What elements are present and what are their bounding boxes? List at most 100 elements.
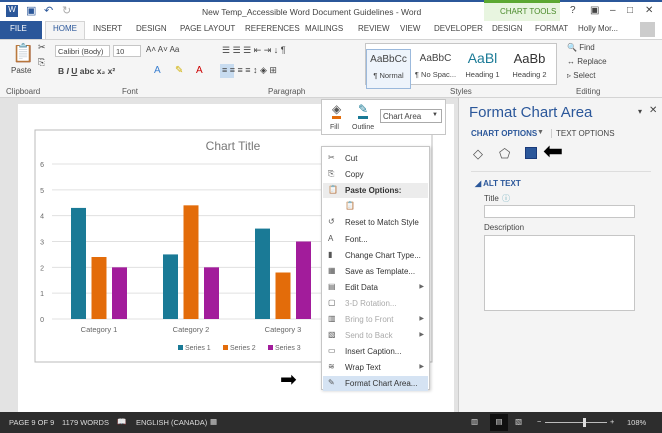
outline-button[interactable]: Outline xyxy=(352,124,374,131)
legend-swatch xyxy=(223,345,228,350)
menu-icon: 📋 xyxy=(328,185,338,195)
menu-item-label: Font... xyxy=(345,234,368,244)
zoom-level[interactable]: 108% xyxy=(627,418,646,427)
fill-icon[interactable]: ◈ xyxy=(332,102,342,119)
description-label: Description xyxy=(484,223,525,232)
menu-icon: A xyxy=(328,233,334,243)
y-tick-label: 3 xyxy=(40,240,44,247)
menu-item-bring-to-front[interactable]: ▥ Bring to Front ▶ xyxy=(323,312,428,327)
pane-close-icon[interactable]: ✕ xyxy=(649,105,657,116)
pane-options-icon[interactable]: ▾ xyxy=(638,107,642,116)
menu-item-reset-to-match-style[interactable]: ↺ Reset to Match Style xyxy=(323,215,428,230)
style-heading-2[interactable]: AaBb Heading 2 xyxy=(507,49,552,89)
menu-icon: ▦ xyxy=(328,265,336,275)
web-layout-icon[interactable]: ▧ xyxy=(515,417,522,426)
tab-chart-format[interactable]: FORMAT xyxy=(535,24,568,33)
bar-1-3[interactable] xyxy=(255,228,270,319)
menu-item-save-as-template[interactable]: ▦ Save as Template... xyxy=(323,264,428,279)
chart-options-dropdown-icon[interactable]: ▼ xyxy=(537,129,544,136)
page-count[interactable]: PAGE 9 OF 9 xyxy=(9,418,54,427)
bar-1-1[interactable] xyxy=(71,207,86,319)
user-name[interactable]: Holly Mor... xyxy=(578,24,618,33)
menu-item-font[interactable]: A Font... xyxy=(323,232,428,247)
print-layout-icon[interactable]: ▤ xyxy=(490,414,508,431)
macro-icon[interactable]: ▦ xyxy=(210,417,217,426)
zoom-out-button[interactable]: − xyxy=(537,417,541,426)
bar-2-1[interactable] xyxy=(91,257,107,319)
legend-swatch xyxy=(268,345,273,350)
x-tick-label: Category 3 xyxy=(265,325,302,334)
menu-item-label: Wrap Text xyxy=(345,363,381,373)
alt-text-section[interactable]: ◢ ALT TEXT xyxy=(475,179,521,188)
bar-3-2[interactable] xyxy=(204,267,219,319)
zoom-slider-thumb[interactable] xyxy=(582,418,586,427)
find-button[interactable]: 🔍 Find xyxy=(567,43,595,52)
avatar[interactable] xyxy=(640,22,655,37)
select-button[interactable]: ▹ Select xyxy=(567,71,595,80)
menu-item-paste-keep-formatting[interactable]: 📋 xyxy=(323,199,428,214)
fill-line-icon[interactable]: ◇ xyxy=(473,146,483,162)
menu-item-format-chart-area[interactable]: ✎ Format Chart Area... xyxy=(323,376,428,392)
effects-icon[interactable]: ⬠ xyxy=(499,146,510,162)
menu-item-send-to-back[interactable]: ▧ Send to Back ▶ xyxy=(323,328,428,343)
chart-title[interactable]: Chart Title xyxy=(206,139,261,153)
menu-icon: ⎘ xyxy=(328,169,335,179)
fill-button[interactable]: Fill xyxy=(330,124,339,131)
menu-item-edit-data[interactable]: ▤ Edit Data ▶ xyxy=(323,280,428,295)
menu-item-wrap-text[interactable]: ≋ Wrap Text ▶ xyxy=(323,360,428,375)
close-icon[interactable]: ✕ xyxy=(645,5,653,16)
outline-icon[interactable]: ✎ xyxy=(358,102,369,119)
tab-text-options[interactable]: TEXT OPTIONS xyxy=(551,129,615,138)
arrow-pointer-icon: ➡ xyxy=(280,369,297,391)
bar-3-3[interactable] xyxy=(296,241,311,320)
menu-icon: ▥ xyxy=(328,314,336,323)
bar-2-2[interactable] xyxy=(183,205,199,319)
chart-tools-label: CHART TOOLS xyxy=(500,7,557,16)
legend-label: Series 1 xyxy=(185,345,211,352)
alt-title-input[interactable] xyxy=(484,205,635,218)
legend-label: Series 2 xyxy=(230,345,256,352)
menu-icon: ✂ xyxy=(328,153,335,162)
zoom-in-button[interactable]: + xyxy=(610,417,614,426)
chart-element-select[interactable]: Chart Area ▼ xyxy=(380,109,442,123)
help-icon[interactable]: ? xyxy=(570,5,576,16)
alt-description-input[interactable] xyxy=(484,235,635,311)
menu-icon: ↺ xyxy=(328,217,335,227)
style-heading-1[interactable]: AaBl Heading 1 xyxy=(460,49,505,89)
minimize-icon[interactable]: – xyxy=(610,5,616,16)
menu-item-label: Send to Back xyxy=(345,331,393,341)
read-mode-icon[interactable]: ▥ xyxy=(471,417,478,426)
menu-item-change-chart-type[interactable]: ▮ Change Chart Type... xyxy=(323,248,428,263)
replace-button[interactable]: ↔ Replace xyxy=(567,57,607,66)
size-properties-icon[interactable] xyxy=(525,147,537,159)
menu-item-3-d-rotation[interactable]: ▢ 3-D Rotation... xyxy=(323,296,428,311)
bar-1-2[interactable] xyxy=(163,254,178,319)
tab-chart-options[interactable]: CHART OPTIONS xyxy=(471,129,537,138)
menu-icon: ▧ xyxy=(328,330,336,340)
status-bar: PAGE 9 OF 9 1179 WORDS 📖 ENGLISH (CANADA… xyxy=(0,412,662,433)
group-editing: Editing xyxy=(576,87,601,96)
ribbon-display-icon[interactable]: ▣ xyxy=(590,5,599,16)
x-tick-label: Category 2 xyxy=(173,325,210,334)
menu-icon: ▤ xyxy=(328,281,336,291)
menu-item-label: Save as Template... xyxy=(345,266,416,276)
menu-item-cut[interactable]: ✂ Cut xyxy=(323,151,428,166)
word-count[interactable]: 1179 WORDS xyxy=(62,418,109,427)
bar-3-1[interactable] xyxy=(112,267,127,319)
language[interactable]: ENGLISH (CANADA) xyxy=(136,418,207,427)
legend-swatch xyxy=(178,345,183,350)
proofing-icon[interactable]: 📖 xyxy=(117,417,126,426)
menu-item-label: Paste Options: xyxy=(345,186,402,196)
title-label: Title xyxy=(484,194,499,203)
tab-chart-design[interactable]: DESIGN xyxy=(492,24,523,33)
submenu-arrow-icon: ▶ xyxy=(419,332,424,339)
menu-item-label: Change Chart Type... xyxy=(345,250,421,260)
menu-item-label: Cut xyxy=(345,154,358,163)
bar-2-3[interactable] xyxy=(275,272,291,320)
menu-icon: ▭ xyxy=(328,346,336,356)
zoom-slider[interactable] xyxy=(545,422,607,423)
format-chart-area-pane: Format Chart Area ▾ ✕ CHART OPTIONS ▼ TE… xyxy=(458,98,662,412)
maximize-icon[interactable]: □ xyxy=(627,5,633,16)
menu-item-copy[interactable]: ⎘ Copy xyxy=(323,167,428,182)
menu-item-insert-caption[interactable]: ▭ Insert Caption... xyxy=(323,344,428,359)
